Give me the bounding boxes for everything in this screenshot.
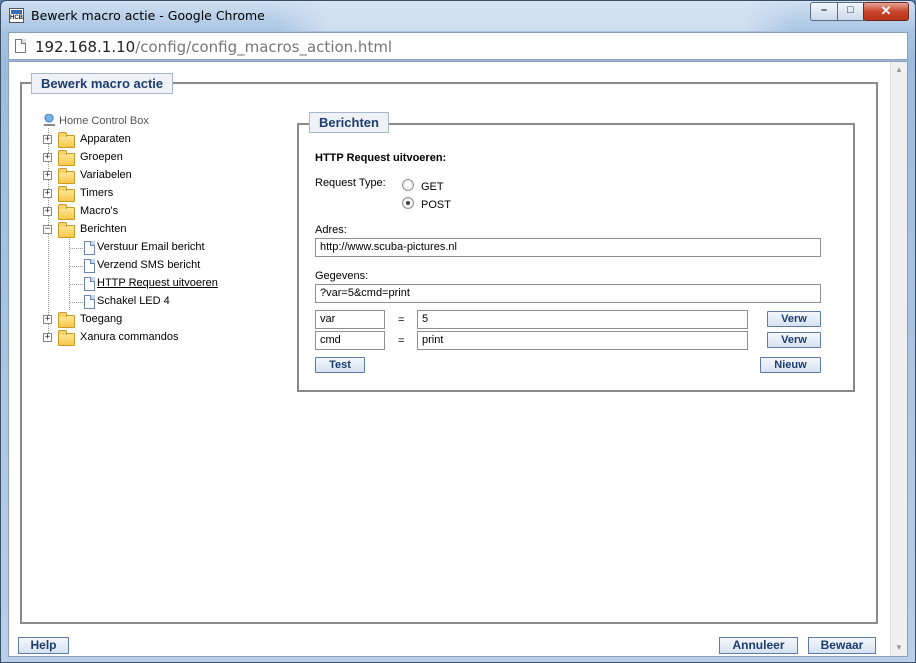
param-name-input[interactable]: var <box>315 310 385 329</box>
tree-root[interactable]: Home Control Box <box>44 114 149 127</box>
minimize-button[interactable]: – <box>810 2 838 21</box>
scroll-up-arrow-icon[interactable]: ▲ <box>891 62 907 78</box>
panel-title: Bewerk macro actie <box>31 73 174 94</box>
address-bar[interactable]: 192.168.1.10/config/config_macros_action… <box>8 32 908 60</box>
use-param-button[interactable]: Verw <box>767 332 821 348</box>
tree-root-label: Home Control Box <box>59 115 149 127</box>
tree-folder-label: Toegang <box>80 313 123 325</box>
minimize-icon: – <box>820 4 828 16</box>
collapse-icon[interactable]: − <box>43 225 52 234</box>
expand-icon[interactable]: + <box>43 135 52 144</box>
expand-icon[interactable]: + <box>43 315 52 324</box>
radio-get-label: GET <box>421 181 444 193</box>
url-host: 192.168.1.10 <box>35 38 136 56</box>
address-label: Adres: <box>315 224 347 236</box>
expand-icon[interactable]: + <box>43 189 52 198</box>
folder-icon <box>58 186 75 202</box>
tree-item-label: Schakel LED 4 <box>97 295 170 307</box>
folder-icon <box>58 168 75 184</box>
scroll-down-arrow-icon[interactable]: ▼ <box>891 640 907 656</box>
title-bar: HCB Bewerk macro actie - Google Chrome –… <box>1 1 915 31</box>
background-window-ghost <box>276 1 796 31</box>
param-value-input[interactable]: print <box>417 331 748 350</box>
url-text[interactable]: 192.168.1.10/config/config_macros_action… <box>35 38 392 56</box>
app-icon-text: HCB <box>10 15 23 21</box>
page-icon <box>15 39 26 53</box>
browser-window: HCB Bewerk macro actie - Google Chrome –… <box>0 0 916 663</box>
expand-icon[interactable]: + <box>43 207 52 216</box>
data-input[interactable]: ?var=5&cmd=print <box>315 284 821 303</box>
folder-icon <box>58 132 75 148</box>
help-button[interactable]: Help <box>18 637 69 654</box>
radio-get[interactable] <box>402 179 414 191</box>
equals-sign: = <box>398 335 405 347</box>
cancel-button[interactable]: Annuleer <box>719 637 798 654</box>
param-name-input[interactable]: cmd <box>315 331 385 350</box>
tree-line <box>70 248 83 249</box>
param-value-input[interactable]: 5 <box>417 310 748 329</box>
document-icon <box>84 259 95 273</box>
expand-icon[interactable]: + <box>43 153 52 162</box>
document-icon <box>84 241 95 255</box>
tree-line <box>70 302 83 303</box>
close-button[interactable]: ✕ <box>863 2 909 21</box>
tree-folder-label: Timers <box>80 187 114 199</box>
request-type-label: Request Type: <box>315 177 386 189</box>
url-path: /config/config_macros_action.html <box>135 38 393 56</box>
folder-icon <box>58 330 75 346</box>
berichten-legend: Berichten <box>309 112 389 133</box>
maximize-button[interactable]: □ <box>837 2 864 21</box>
radio-post[interactable] <box>402 197 414 209</box>
tree-folder-label: Berichten <box>80 223 127 235</box>
tree-item-label: Verzend SMS bericht <box>97 259 201 271</box>
tree-folder-label: Groepen <box>80 151 123 163</box>
page-viewport: ▲ ▼ Bewerk macro actie Home Control Box … <box>8 61 908 657</box>
new-param-button[interactable]: Nieuw <box>760 357 821 373</box>
computer-icon <box>44 114 55 126</box>
test-button[interactable]: Test <box>315 357 365 373</box>
tree-item-label: Verstuur Email bericht <box>97 241 205 253</box>
tree-folder-label: Macro's <box>80 205 119 217</box>
folder-icon <box>58 150 75 166</box>
tree-folder-label: Apparaten <box>80 133 131 145</box>
save-button[interactable]: Bewaar <box>808 637 876 654</box>
folder-icon <box>58 204 75 220</box>
equals-sign: = <box>398 314 405 326</box>
expand-icon[interactable]: + <box>43 171 52 180</box>
close-icon: ✕ <box>880 3 892 18</box>
tree-line <box>70 284 83 285</box>
expand-icon[interactable]: + <box>43 333 52 342</box>
tree-folder-label: Variabelen <box>80 169 132 181</box>
folder-icon <box>58 312 75 328</box>
tree-folder-label: Xanura commandos <box>80 331 179 343</box>
tree-line <box>70 266 83 267</box>
data-label: Gegevens: <box>315 270 369 282</box>
tree-item-label-selected: HTTP Request uitvoeren <box>97 277 218 289</box>
window-title: Bewerk macro actie - Google Chrome <box>31 8 265 23</box>
form-heading: HTTP Request uitvoeren: <box>315 152 447 164</box>
maximize-icon: □ <box>847 4 854 16</box>
radio-post-label: POST <box>421 199 451 211</box>
document-icon <box>84 277 95 291</box>
address-input[interactable]: http://www.scuba-pictures.nl <box>315 238 821 257</box>
document-icon <box>84 295 95 309</box>
app-icon: HCB <box>9 8 24 23</box>
folder-open-icon <box>58 222 75 238</box>
use-param-button[interactable]: Verw <box>767 311 821 327</box>
vertical-scrollbar[interactable]: ▲ ▼ <box>890 62 907 656</box>
